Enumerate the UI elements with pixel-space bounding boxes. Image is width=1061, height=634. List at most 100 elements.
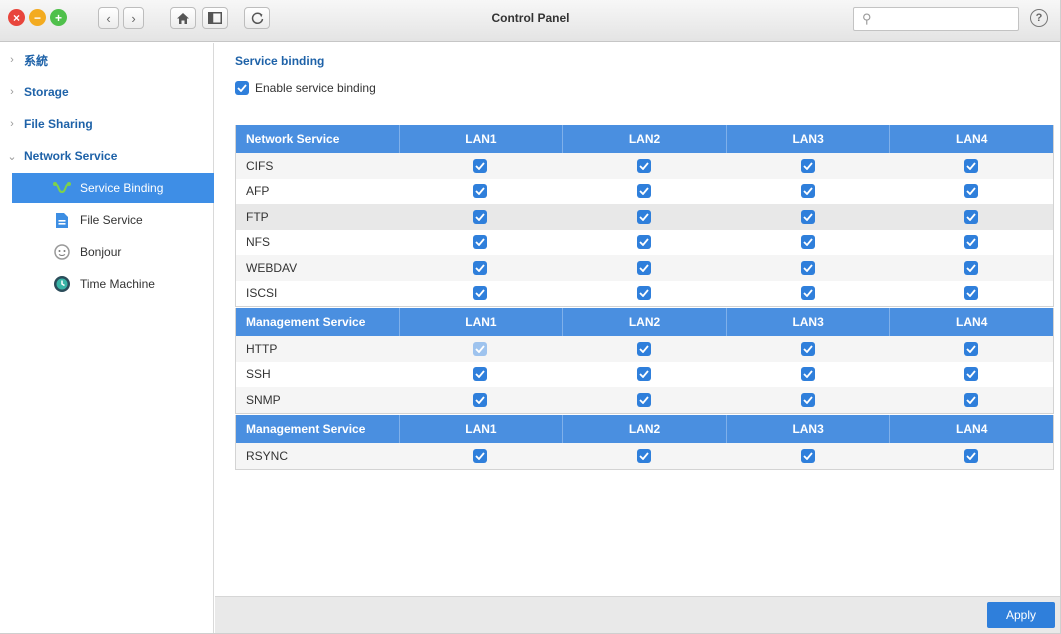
lan-cell [399,255,563,281]
lan-checkbox[interactable] [637,158,652,173]
sidebar-item-bonjour[interactable]: Bonjour [12,237,214,267]
lan-checkbox[interactable] [800,448,815,463]
sidebar-item-storage[interactable]: › Storage [0,77,214,107]
lan-cell [889,255,1053,281]
chevron-right-icon: › [10,54,14,66]
lan-checkbox[interactable] [637,392,652,407]
column-header-lan: LAN1 [398,415,563,443]
lan-cell [889,179,1053,205]
chevron-right-icon: › [10,118,14,130]
lan-checkbox[interactable] [800,392,815,407]
lan-checkbox[interactable] [800,260,815,275]
table-row: AFP [236,179,1053,205]
lan-checkbox[interactable] [964,209,979,224]
lan-checkbox[interactable] [637,260,652,275]
lan-cell [726,255,890,281]
lan-checkbox[interactable] [637,448,652,463]
lan-checkbox[interactable] [473,286,488,301]
service-name: RSYNC [246,448,289,463]
lan-cell [562,362,726,388]
lan-cell [889,153,1053,179]
lan-checkbox[interactable] [964,341,979,356]
lan-checkbox[interactable] [800,235,815,250]
column-header-service: Management Service [246,315,366,329]
service-name: HTTP [246,341,278,356]
column-header-lan: LAN2 [562,415,726,443]
service-table: Management Service LAN1 LAN2 LAN3 LAN4 RSYNC [235,415,1054,470]
chevron-down-icon: ⌄ [7,150,17,163]
lan-cell [726,443,890,469]
column-header-lan: LAN2 [562,125,726,153]
help-icon[interactable]: ? [1030,9,1048,27]
file-service-icon [52,210,72,230]
sidebar-item-label: 系統 [24,53,49,68]
lan-checkbox[interactable] [964,367,979,382]
table-header: Management Service LAN1 LAN2 LAN3 LAN4 [236,308,1053,336]
lan-checkbox[interactable] [800,367,815,382]
enable-service-binding-row[interactable]: Enable service binding [235,81,376,95]
lan-checkbox[interactable] [964,286,979,301]
sidebar-item-time-machine[interactable]: Time Machine [12,269,214,299]
lan-cell [562,443,726,469]
service-table: Network Service LAN1 LAN2 LAN3 LAN4 CIFS AFP FT… [235,125,1054,307]
column-header-lan: LAN3 [725,125,890,153]
search-input[interactable]: ⚲ [853,7,1019,31]
lan-cell [726,362,890,388]
sidebar-item-network-service[interactable]: ⌄ Network Service [0,141,214,171]
sidebar-item-service-binding[interactable]: Service Binding [12,173,214,203]
lan-checkbox[interactable] [964,184,979,199]
enable-service-binding-checkbox[interactable] [235,81,249,95]
lan-checkbox[interactable] [473,392,488,407]
column-header-lan: LAN4 [889,415,1053,443]
service-name: SSH [246,367,271,382]
title-bar: × − + ‹ › Control Panel ⚲ ? [0,0,1060,42]
service-name: SNMP [246,392,281,407]
lan-checkbox[interactable] [800,209,815,224]
lan-checkbox[interactable] [473,367,488,382]
lan-checkbox[interactable] [800,341,815,356]
table-header: Network Service LAN1 LAN2 LAN3 LAN4 [236,125,1053,153]
sidebar-item-file-sharing[interactable]: › File Sharing [0,109,214,139]
lan-cell [726,230,890,256]
lan-checkbox[interactable] [637,184,652,199]
sidebar-item-system[interactable]: › 系統 [0,45,214,75]
sidebar-item-label: File Sharing [24,117,93,131]
lan-cell [726,281,890,307]
service-name: AFP [246,184,270,199]
lan-cell [726,336,890,362]
chevron-right-icon: › [10,86,14,98]
lan-checkbox[interactable] [473,158,488,173]
apply-button[interactable]: Apply [987,602,1055,628]
lan-checkbox[interactable] [473,235,488,250]
lan-cell [562,204,726,230]
lan-cell [889,387,1053,413]
lan-checkbox[interactable] [637,341,652,356]
lan-checkbox[interactable] [637,235,652,250]
sidebar-item-file-service[interactable]: File Service [12,205,214,235]
table-row: WEBDAV [236,255,1053,281]
lan-cell [399,387,563,413]
lan-cell [889,204,1053,230]
lan-checkbox [473,341,488,356]
search-icon: ⚲ [862,11,872,26]
lan-cell [726,153,890,179]
lan-cell [726,204,890,230]
service-name: NFS [246,235,270,250]
lan-checkbox[interactable] [473,448,488,463]
lan-checkbox[interactable] [800,158,815,173]
service-binding-icon [52,178,72,198]
lan-checkbox[interactable] [637,367,652,382]
lan-checkbox[interactable] [964,235,979,250]
table-row: ISCSI [236,281,1053,307]
lan-checkbox[interactable] [800,184,815,199]
lan-checkbox[interactable] [964,448,979,463]
lan-checkbox[interactable] [473,184,488,199]
lan-checkbox[interactable] [637,286,652,301]
lan-checkbox[interactable] [800,286,815,301]
lan-checkbox[interactable] [964,392,979,407]
lan-checkbox[interactable] [964,158,979,173]
lan-checkbox[interactable] [637,209,652,224]
lan-checkbox[interactable] [473,209,488,224]
lan-checkbox[interactable] [473,260,488,275]
lan-checkbox[interactable] [964,260,979,275]
